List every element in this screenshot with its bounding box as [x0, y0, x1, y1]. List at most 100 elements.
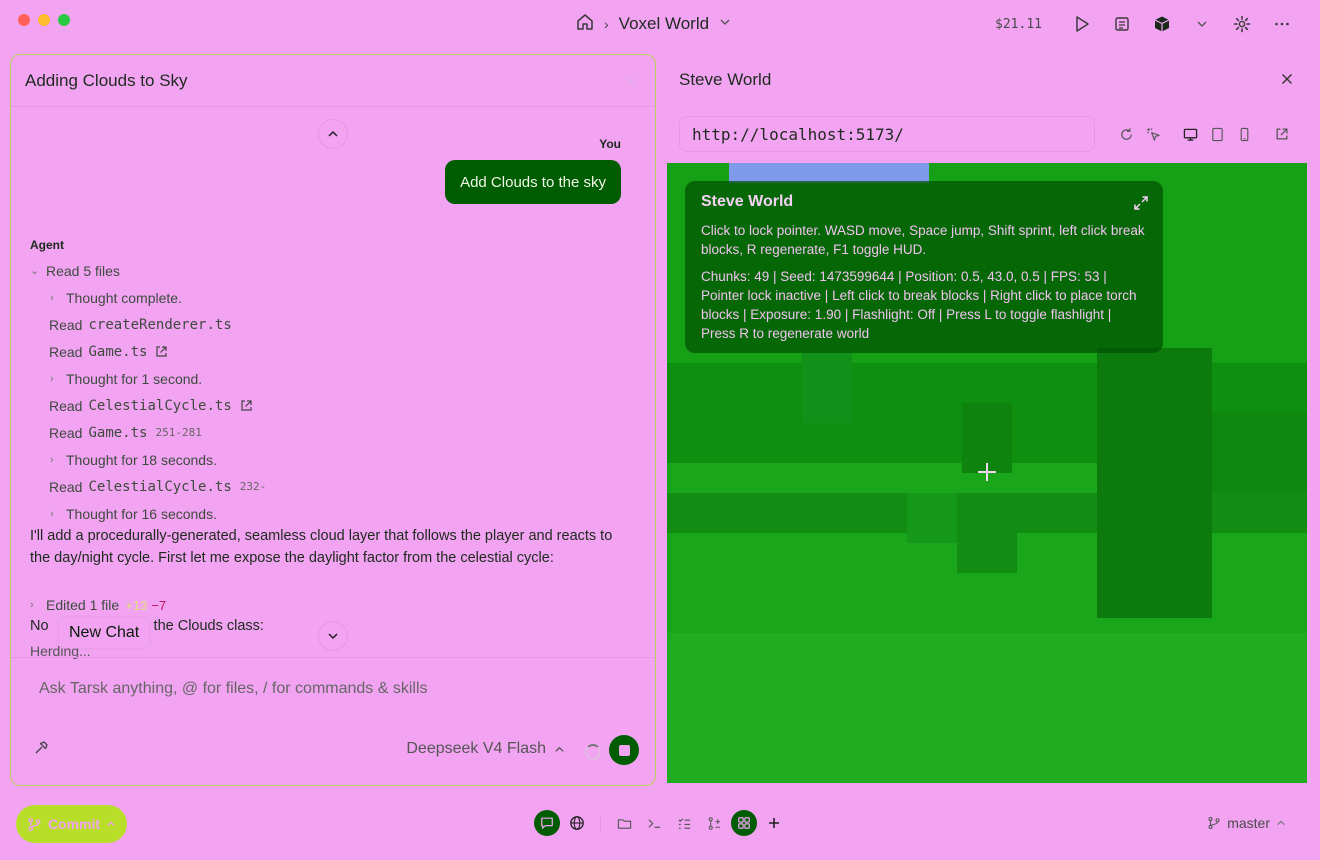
trace-read-file[interactable]: Read createRenderer.ts: [30, 311, 630, 338]
stop-icon: [618, 744, 630, 756]
git-branch-icon: [28, 817, 41, 831]
trace-thought[interactable]: › Thought for 16 seconds.: [30, 500, 630, 527]
chevron-up-icon: [555, 746, 564, 752]
close-icon[interactable]: ✕: [625, 73, 637, 90]
tablet-view-icon[interactable]: [1204, 122, 1231, 146]
thought-text: Thought for 16 seconds.: [66, 505, 217, 522]
project-title[interactable]: Voxel World: [619, 14, 709, 34]
trace-read-file[interactable]: Read CelestialCycle.ts 232-: [30, 473, 630, 500]
new-chat-tooltip[interactable]: New Chat: [59, 618, 150, 648]
chevron-right-icon: ›: [50, 291, 54, 304]
logs-icon[interactable]: [1102, 12, 1142, 36]
hud-stats: Chunks: 49 | Seed: 1473599644 | Position…: [701, 269, 1137, 341]
trace-read-file[interactable]: Read Game.ts 251-281: [30, 419, 630, 446]
minimize-window-button[interactable]: [38, 14, 50, 26]
chevron-down-icon[interactable]: [719, 15, 731, 33]
close-window-button[interactable]: [18, 14, 30, 26]
chevron-up-icon: [1277, 820, 1285, 826]
close-icon[interactable]: [1281, 72, 1293, 90]
chevron-up-icon: [328, 130, 338, 137]
grid-view-icon[interactable]: [731, 810, 757, 836]
more-icon[interactable]: [1262, 12, 1302, 36]
folder-icon[interactable]: [611, 810, 637, 836]
read-verb: Read: [49, 478, 83, 495]
chevron-down-icon[interactable]: [1182, 12, 1222, 36]
chat-input[interactable]: [39, 676, 619, 702]
title-bar: › Voxel World $21.11: [0, 0, 1320, 48]
game-canvas[interactable]: Steve World Click to lock pointer. WASD …: [667, 163, 1307, 783]
chevron-right-icon: ›: [50, 372, 54, 385]
git-branch-icon: [1208, 817, 1220, 829]
chat-view-icon[interactable]: [534, 810, 560, 836]
chat-header: Adding Clouds to Sky ✕: [11, 55, 655, 107]
read-verb: Read: [49, 343, 83, 360]
element-picker-icon[interactable]: [1140, 122, 1167, 146]
hud-overlay: Steve World Click to lock pointer. WASD …: [685, 181, 1163, 353]
hud-title: Steve World: [701, 193, 794, 210]
file-name: CelestialCycle.ts: [88, 478, 232, 495]
home-icon[interactable]: [576, 13, 594, 36]
refresh-icon[interactable]: [1113, 122, 1140, 146]
hammer-icon[interactable]: [33, 740, 49, 761]
source-control-icon[interactable]: [701, 810, 727, 836]
scroll-down-button[interactable]: [318, 621, 348, 651]
open-external-icon[interactable]: [1268, 122, 1295, 146]
terminal-icon[interactable]: [641, 810, 667, 836]
preview-panel: Steve World http://localhost:5173/ Steve…: [667, 54, 1307, 784]
branch-selector[interactable]: master: [1207, 815, 1286, 831]
preview-toolbar: [1113, 122, 1295, 146]
external-link-icon[interactable]: [240, 399, 253, 412]
title-toolbar: $21.11: [995, 12, 1302, 36]
checklist-icon[interactable]: [671, 810, 697, 836]
cost-display: $21.11: [995, 16, 1042, 32]
thought-text: Thought for 18 seconds.: [66, 451, 217, 468]
bottom-bar: Commit master: [0, 800, 1320, 850]
url-bar[interactable]: http://localhost:5173/: [679, 116, 1095, 152]
message-start: No: [30, 618, 49, 634]
external-link-icon[interactable]: [155, 345, 168, 358]
chevron-up-icon: [107, 821, 115, 827]
trace-read-file[interactable]: Read Game.ts: [30, 338, 630, 365]
zoom-window-button[interactable]: [58, 14, 70, 26]
trace-thought[interactable]: › Thought for 18 seconds.: [30, 446, 630, 473]
trace-thought[interactable]: › Thought complete.: [30, 284, 630, 311]
view-switcher: [534, 810, 787, 836]
globe-icon[interactable]: [564, 810, 590, 836]
read-verb: Read: [49, 424, 83, 441]
preview-header: Steve World: [667, 54, 1307, 106]
commit-button[interactable]: Commit: [16, 805, 127, 843]
desktop-view-icon[interactable]: [1177, 122, 1204, 146]
mobile-view-icon[interactable]: [1231, 122, 1258, 146]
line-range: 232-: [239, 480, 267, 493]
message-end: the Clouds class:: [153, 618, 264, 634]
trace-read-file[interactable]: Read CelestialCycle.ts: [30, 392, 630, 419]
edited-files-row[interactable]: › Edited 1 file +13 −7: [30, 595, 166, 615]
chevron-right-icon: ›: [30, 599, 34, 611]
agent-trace: ⌄ Read 5 files › Thought complete. Read …: [30, 257, 630, 527]
stop-button[interactable]: [609, 735, 639, 765]
add-icon[interactable]: [761, 810, 787, 836]
lines-removed: −7: [151, 597, 167, 613]
hud-instructions: Click to lock pointer. WASD move, Space …: [701, 223, 1145, 257]
loading-spinner-icon: [585, 744, 601, 760]
model-selector[interactable]: Deepseek V4 Flash: [406, 740, 565, 758]
cube-icon[interactable]: [1142, 12, 1182, 36]
expand-icon[interactable]: [1133, 195, 1149, 216]
scroll-up-button[interactable]: [318, 119, 348, 149]
user-message: Add Clouds to the sky: [445, 160, 621, 204]
preview-title: Steve World: [679, 70, 772, 89]
chevron-down-icon: ⌄: [30, 265, 40, 277]
chat-panel: Adding Clouds to Sky ✕ You Add Clouds to…: [10, 54, 656, 786]
read-verb: Read: [49, 316, 83, 333]
gear-icon[interactable]: [1222, 12, 1262, 36]
chevron-right-icon: ›: [50, 453, 54, 466]
play-icon[interactable]: [1062, 12, 1102, 36]
trace-group-read-files[interactable]: ⌄ Read 5 files: [30, 257, 630, 284]
thought-text: Thought complete.: [66, 289, 182, 306]
agent-label: Agent: [30, 238, 64, 252]
trace-thought[interactable]: › Thought for 1 second.: [30, 365, 630, 392]
trace-group-label: Read 5 files: [46, 262, 120, 279]
edited-label: Edited 1 file: [46, 597, 120, 613]
model-name: Deepseek V4 Flash: [406, 740, 546, 757]
file-name: createRenderer.ts: [88, 316, 232, 333]
